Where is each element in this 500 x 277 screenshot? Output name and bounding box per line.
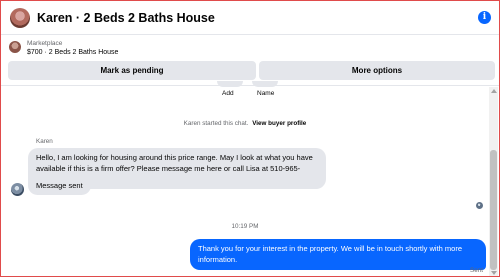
scrollbar-thumb[interactable]	[490, 150, 497, 270]
sent-status: Sent	[470, 267, 483, 274]
incoming-message[interactable]: Message sent	[28, 176, 91, 195]
message-thread: Add Name Karen started this chat. View b…	[1, 81, 489, 276]
listing-thumbnail[interactable]	[9, 41, 21, 53]
chat-header: Karen · 2 Beds 2 Baths House i	[1, 1, 499, 35]
message-timestamp: 10:19 PM	[231, 223, 259, 230]
listing-title[interactable]: $700 · 2 Beds 2 Baths House	[27, 49, 118, 56]
info-icon[interactable]: i	[478, 11, 491, 24]
sender-name: Karen	[36, 138, 53, 145]
scroll-down-arrow-icon[interactable]	[491, 271, 497, 275]
chat-window: Karen · 2 Beds 2 Baths House i Marketpla…	[0, 0, 500, 277]
add-action-icon[interactable]	[217, 81, 243, 87]
name-action-label[interactable]: Name	[257, 90, 274, 97]
view-buyer-profile-link[interactable]: View buyer profile	[252, 120, 306, 127]
chat-started-text: Karen started this chat.	[183, 120, 249, 127]
chat-started-notice: Karen started this chat. View buyer prof…	[1, 120, 489, 127]
sender-avatar[interactable]	[11, 183, 24, 196]
chat-title[interactable]: Karen · 2 Beds 2 Baths House	[37, 11, 215, 25]
mark-as-pending-button[interactable]: Mark as pending	[8, 61, 256, 80]
listing-card: Marketplace $700 · 2 Beds 2 Baths House …	[1, 36, 499, 86]
name-action-icon[interactable]	[252, 81, 278, 87]
scroll-up-arrow-icon[interactable]	[491, 89, 497, 93]
avatar[interactable]	[10, 7, 30, 28]
add-action-label[interactable]: Add	[222, 90, 234, 97]
outgoing-message[interactable]: Thank you for your interest in the prope…	[190, 239, 486, 270]
read-receipt-avatar	[476, 202, 483, 209]
listing-source: Marketplace	[27, 40, 63, 47]
thread-scrollbar[interactable]	[489, 87, 498, 276]
more-options-button[interactable]: More options	[259, 61, 495, 80]
